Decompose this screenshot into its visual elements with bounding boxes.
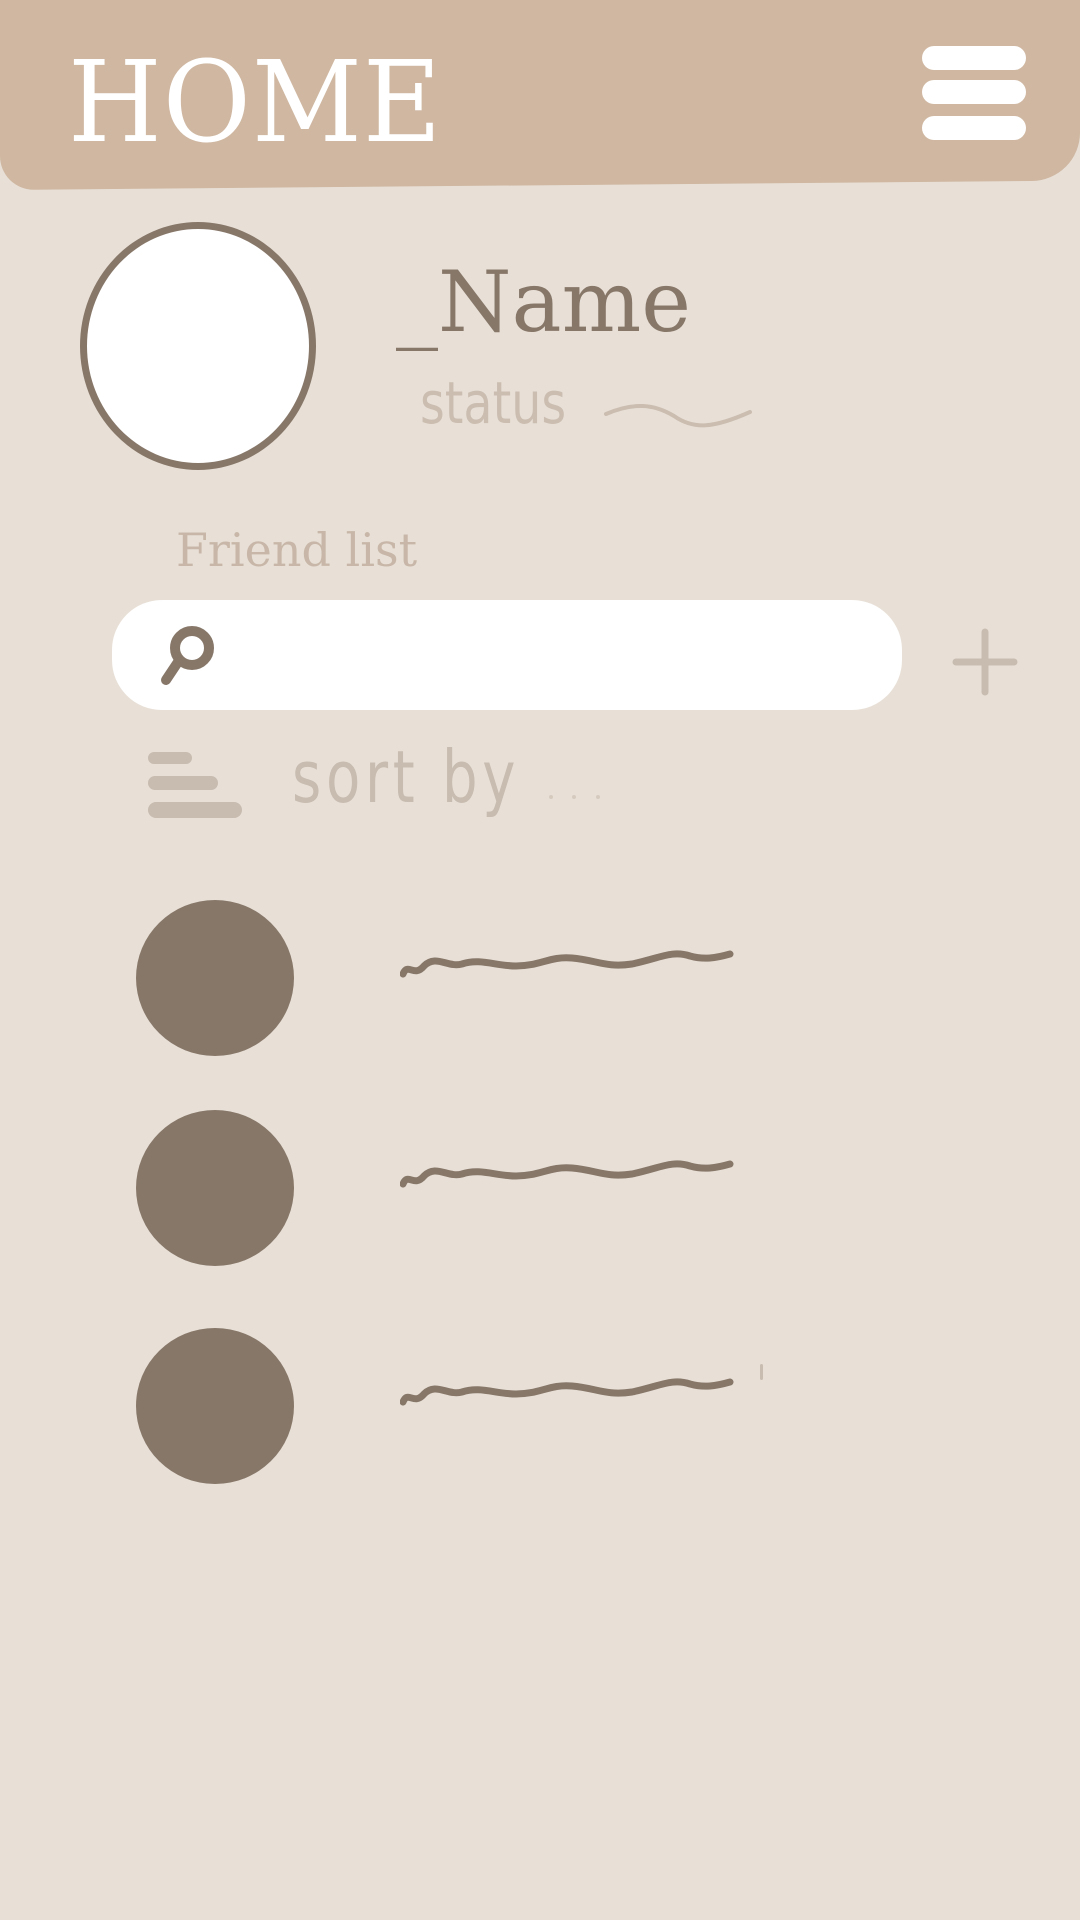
menu-bar bbox=[922, 116, 1026, 140]
sort-icon[interactable] bbox=[146, 748, 246, 824]
sort-ellipsis-icon bbox=[549, 795, 600, 799]
profile-name: _Name bbox=[396, 253, 691, 351]
menu-bar bbox=[922, 46, 1026, 70]
friend-list-item[interactable] bbox=[130, 1328, 790, 1488]
status-squiggle-decoration bbox=[604, 403, 752, 428]
friend-list-item[interactable] bbox=[130, 900, 790, 1060]
friend-list-label: Friend list bbox=[176, 523, 418, 577]
hamburger-menu-icon[interactable] bbox=[918, 44, 1030, 144]
profile-avatar[interactable] bbox=[80, 222, 316, 470]
plus-icon[interactable] bbox=[950, 626, 1020, 696]
search-input[interactable] bbox=[232, 600, 876, 712]
friend-name-placeholder bbox=[400, 1160, 734, 1188]
friend-name-placeholder bbox=[400, 1378, 734, 1406]
avatar-icon bbox=[136, 1110, 294, 1266]
decorative-mark bbox=[760, 1364, 763, 1380]
friend-name-placeholder bbox=[400, 950, 734, 978]
menu-bar bbox=[922, 80, 1026, 104]
friend-list-item[interactable] bbox=[130, 1110, 790, 1270]
friend-search-bar[interactable] bbox=[112, 600, 902, 712]
avatar-icon bbox=[136, 900, 294, 1056]
sort-by-label[interactable]: sort by bbox=[292, 732, 520, 822]
page-title: HOME bbox=[68, 38, 443, 168]
avatar-icon bbox=[136, 1328, 294, 1484]
profile-status: status bbox=[420, 369, 567, 437]
search-icon bbox=[161, 626, 214, 685]
